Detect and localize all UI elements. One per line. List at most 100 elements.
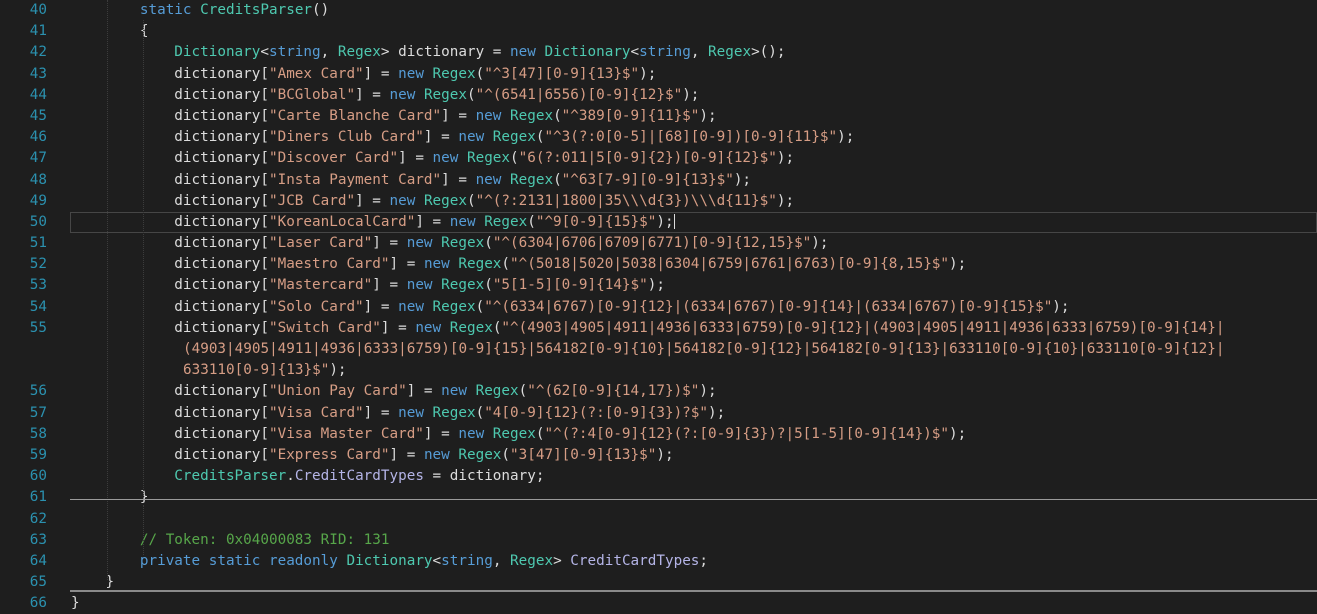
code-line[interactable]: 44 dictionary["BCGlobal"] = new Regex("^… — [0, 85, 1317, 106]
code-text: > — [553, 552, 571, 569]
code-line[interactable]: (4903|4905|4911|4936|6333|6759)[0-9]{15}… — [0, 339, 1317, 360]
code-line[interactable]: 633110[0-9]{13}$"); — [0, 360, 1317, 381]
code-line[interactable]: 56 dictionary["Union Pay Card"] = new Re… — [0, 381, 1317, 402]
string-literal: "^63[7-9][0-9]{13}$" — [561, 171, 734, 188]
code-content: dictionary["Maestro Card"] = new Regex("… — [71, 254, 966, 275]
code-line[interactable]: 45 dictionary["Carte Blanche Card"] = ne… — [0, 106, 1317, 127]
string-literal: "3[47][0-9]{13}$" — [510, 446, 657, 463]
code-text: ); — [699, 383, 717, 400]
code-line[interactable]: 48 dictionary["Insta Payment Card"] = ne… — [0, 170, 1317, 191]
class-name: CreditsParser — [174, 468, 287, 485]
code-text: < — [432, 552, 442, 569]
line-number: 58 — [29, 425, 47, 442]
code-line[interactable]: 51 dictionary["Laser Card"] = new Regex(… — [0, 233, 1317, 254]
keyword: new — [389, 192, 424, 209]
code-line[interactable]: 62 — [0, 509, 1317, 530]
code-line[interactable]: 57 dictionary["Visa Card"] = new Regex("… — [0, 403, 1317, 424]
code-text: dictionary[ — [174, 171, 269, 188]
code-content: dictionary["Insta Payment Card"] = new R… — [71, 170, 751, 191]
code-line[interactable]: 52 dictionary["Maestro Card"] = new Rege… — [0, 254, 1317, 275]
string-literal: "^3[47][0-9]{13}$" — [484, 65, 640, 82]
code-line[interactable]: 58 dictionary["Visa Master Card"] = new … — [0, 424, 1317, 445]
line-number: 40 — [29, 2, 47, 18]
keyword: new — [398, 404, 433, 421]
code-content: } — [71, 593, 80, 614]
code-text: ); — [733, 171, 752, 188]
code-content: Dictionary<string, Regex> dictionary = n… — [71, 42, 786, 63]
keyword: new — [449, 213, 485, 230]
code-line[interactable]: 53 dictionary["Mastercard"] = new Regex(… — [0, 275, 1317, 296]
string-literal: "6(?:011|5[0-9]{2})[0-9]{12}$" — [518, 150, 777, 167]
code-line[interactable]: 63 // Token: 0x04000083 RID: 131 — [0, 530, 1317, 551]
indent-guide — [107, 0, 108, 580]
type-name: Regex — [432, 404, 476, 421]
line-number: 50 — [29, 213, 47, 230]
code-text: >(); — [751, 44, 786, 61]
code-text: dictionary[ — [174, 383, 269, 400]
line-number: 55 — [29, 319, 47, 336]
code-line[interactable]: 47 dictionary["Discover Card"] = new Reg… — [0, 148, 1317, 169]
code-text: ( — [475, 65, 485, 82]
string-literal: "Union Pay Card" — [268, 383, 407, 400]
string-literal: "^3(?:0[0-5]|[68][0-9])[0-9]{11}$" — [544, 129, 838, 146]
type-name: Regex — [492, 129, 536, 146]
code-line[interactable]: 61 } — [0, 487, 1317, 508]
code-line[interactable]: 43 dictionary["Amex Card"] = new Regex("… — [0, 64, 1317, 85]
code-line[interactable]: 54 dictionary["Solo Card"] = new Regex("… — [0, 297, 1317, 318]
line-number: 65 — [29, 574, 47, 591]
code-text: = dictionary; — [423, 468, 545, 485]
code-text: ( — [518, 383, 528, 400]
code-content: dictionary["Diners Club Card"] = new Reg… — [71, 127, 854, 148]
type-name: Regex — [708, 44, 752, 61]
code-text: , — [492, 552, 511, 569]
line-number: 57 — [29, 404, 47, 421]
code-line[interactable]: 49 dictionary["JCB Card"] = new Regex("^… — [0, 191, 1317, 212]
indent-guide — [143, 505, 144, 555]
string-literal: "Insta Payment Card" — [268, 171, 442, 188]
type-name: Regex — [337, 44, 381, 61]
type-name: Regex — [510, 107, 554, 124]
code-content: { — [71, 21, 149, 42]
keyword: new — [423, 446, 459, 463]
code-text: ] = — [398, 150, 433, 167]
keyword: new — [415, 319, 450, 336]
line-number: 62 — [29, 510, 47, 527]
type-name: Regex — [510, 552, 554, 569]
code-text: () — [312, 2, 330, 18]
code-text: , — [320, 44, 338, 61]
code-line[interactable]: 59 dictionary["Express Card"] = new Rege… — [0, 445, 1317, 466]
line-number: 41 — [29, 23, 47, 40]
code-text: dictionary[ — [174, 425, 269, 442]
code-line[interactable]: 40 static CreditsParser() — [0, 0, 1317, 21]
code-content: dictionary["Switch Card"] = new Regex("^… — [71, 318, 1224, 339]
current-code-line[interactable]: 50 dictionary["KoreanLocalCard"] = new R… — [30, 211, 1317, 234]
type-name: Regex — [423, 86, 467, 103]
code-editor[interactable]: 40 static CreditsParser() 41 {42 Dictiona… — [0, 0, 1317, 614]
code-text: ); — [639, 65, 657, 82]
code-text: ); — [949, 425, 967, 442]
code-content: dictionary["Solo Card"] = new Regex("^(6… — [71, 297, 1069, 318]
keyword: new — [389, 86, 424, 103]
string-literal: "KoreanLocalCard" — [268, 213, 416, 230]
type-name: Regex — [432, 65, 476, 82]
code-text: ); — [647, 277, 665, 294]
type-name: Dictionary — [174, 44, 261, 61]
code-line[interactable]: 66} — [0, 593, 1317, 614]
string-literal: "Carte Blanche Card" — [268, 107, 442, 124]
code-text: ); — [811, 235, 829, 252]
comment: // Token: 0x04000083 RID: 131 — [139, 531, 390, 548]
line-number: 44 — [29, 86, 47, 103]
code-line[interactable]: 41 { — [0, 21, 1317, 42]
code-text: ] = — [372, 277, 407, 294]
code-line[interactable]: 55 dictionary["Switch Card"] = new Regex… — [0, 318, 1317, 339]
code-line[interactable]: 42 Dictionary<string, Regex> dictionary … — [0, 42, 1317, 63]
code-text: dictionary[ — [174, 404, 269, 421]
code-text: ( — [466, 86, 476, 103]
type-name: Regex — [449, 319, 493, 336]
code-text: ); — [837, 129, 855, 146]
code-text: ( — [527, 213, 536, 230]
code-line[interactable]: 64 private static readonly Dictionary<st… — [0, 551, 1317, 572]
string-literal: "BCGlobal" — [268, 86, 356, 103]
code-line[interactable]: 46 dictionary["Diners Club Card"] = new … — [0, 127, 1317, 148]
code-line[interactable]: 60 CreditsParser.CreditCardTypes = dicti… — [0, 466, 1317, 487]
